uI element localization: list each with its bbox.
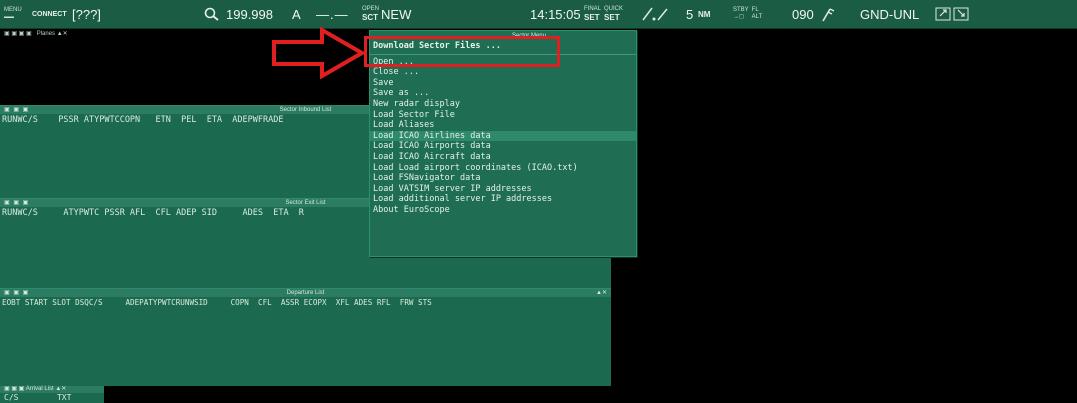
- departure-list: ▣ ▣ ▣ Departure List ▲✕ EOBT START SLOT …: [0, 288, 611, 386]
- clock: 14:15:05: [530, 6, 581, 22]
- altitude-range[interactable]: GND-UNL: [860, 0, 919, 28]
- departure-list-title: Departure List: [286, 290, 325, 296]
- menu-item-new-radar-display[interactable]: New radar display: [370, 99, 636, 110]
- menu-item-about-euroscope[interactable]: About EuroScope: [370, 205, 636, 216]
- planes-panel-controls[interactable]: ▣ ▣ ▣ ▣: [4, 31, 35, 37]
- menu-item-load-fsnavigator[interactable]: Load FSNavigator data: [370, 173, 636, 184]
- planes-panel-title: Planes: [36, 31, 56, 37]
- frequency-icon[interactable]: [203, 0, 221, 28]
- range-value[interactable]: 5: [686, 0, 693, 28]
- menu-item-load-additional-servers[interactable]: Load additional server IP addresses: [370, 194, 636, 205]
- atis-letter[interactable]: A: [292, 0, 301, 28]
- annotation-highlight-box: [364, 36, 560, 67]
- menu-item-save[interactable]: Save: [370, 78, 636, 89]
- menu-item-load-vatsim-servers[interactable]: Load VATSIM server IP addresses: [370, 184, 636, 195]
- departure-list-header: ▣ ▣ ▣ Departure List ▲✕: [0, 289, 611, 297]
- arrival-list-header: ▣ ▣ ▣ Arrival List ▲✕: [0, 386, 104, 393]
- sector-file-status[interactable]: OPEN SCT NEW: [362, 0, 411, 28]
- departure-list-columns[interactable]: EOBT START SLOT DSQC/S ADEPATYPWTCRUNWSI…: [0, 297, 611, 309]
- metar-field: —.—: [316, 6, 349, 22]
- menu-button[interactable]: MENU ▬▬: [4, 0, 22, 28]
- menu-small-label: MENU: [4, 7, 22, 13]
- menu-item-load-icao-aircraft[interactable]: Load ICAO Aircraft data: [370, 152, 636, 163]
- draw-tools-icon[interactable]: [640, 0, 672, 28]
- menu-item-load-aliases[interactable]: Load Aliases: [370, 120, 636, 131]
- heading-value[interactable]: 090: [792, 0, 814, 28]
- menu-item-load-icao-airlines[interactable]: Load ICAO Airlines data: [370, 130, 636, 142]
- altitude-filter[interactable]: STBY →◻ FL ALT: [733, 0, 762, 28]
- top-toolbar: MENU ▬▬ CONNECT [???] 199.998 A —.— OPEN…: [0, 0, 1077, 29]
- planes-panel-close-icon[interactable]: ▲✕: [57, 31, 68, 37]
- arrival-list-columns[interactable]: C/S TXT: [0, 393, 104, 403]
- arrival-list: ▣ ▣ ▣ Arrival List ▲✕ C/S TXT: [0, 386, 104, 403]
- menu-item-load-icao-airports[interactable]: Load ICAO Airports data: [370, 141, 636, 152]
- frequency-value[interactable]: 199.998: [226, 0, 273, 28]
- connect-button[interactable]: CONNECT: [32, 0, 67, 28]
- euroscope-window: MENU ▬▬ CONNECT [???] 199.998 A —.— OPEN…: [0, 0, 1077, 403]
- annotation-arrow-icon: [270, 26, 370, 84]
- callsign-field[interactable]: [???]: [72, 0, 101, 28]
- menu-item-load-airport-coordinates[interactable]: Load Load airport coordinates (ICAO.txt): [370, 163, 636, 174]
- menu-item-save-as[interactable]: Save as ...: [370, 88, 636, 99]
- menu-item-close[interactable]: Close ...: [370, 67, 636, 78]
- departure-list-close-icon[interactable]: ▲✕: [596, 289, 607, 297]
- wind-icon[interactable]: [820, 0, 836, 28]
- transfer-icon[interactable]: [935, 0, 971, 28]
- range-unit: NM: [698, 9, 711, 19]
- menu-item-load-sector-file[interactable]: Load Sector File: [370, 110, 636, 121]
- quick-set-button[interactable]: FINAL SET QUICK SET: [584, 0, 623, 28]
- sct-state: NEW: [381, 6, 412, 22]
